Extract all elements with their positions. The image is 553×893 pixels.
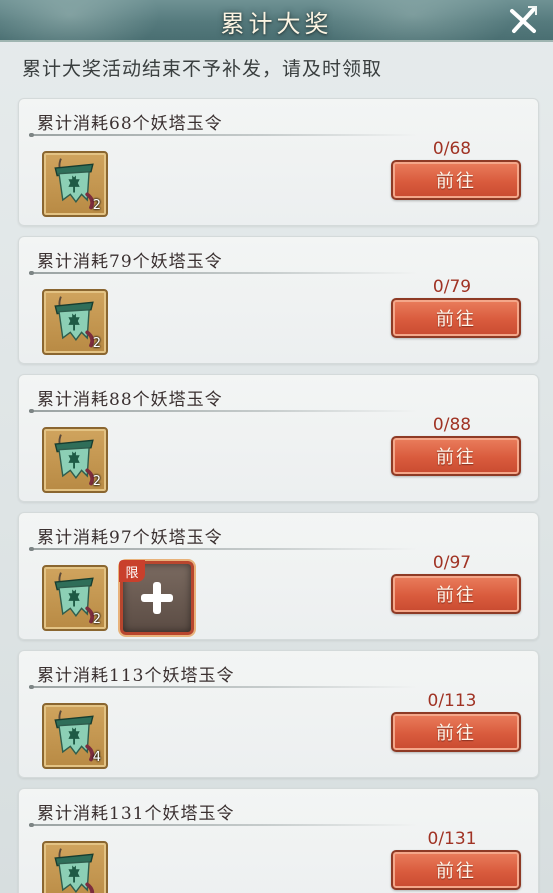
divider (29, 685, 417, 689)
reward-title: 累计消耗68个妖塔玉令 (37, 114, 223, 134)
divider (29, 271, 417, 275)
go-button[interactable]: 前往 (391, 160, 521, 200)
header-bar: 累计大奖 (0, 0, 553, 42)
go-button[interactable]: 前往 (391, 712, 521, 752)
progress-text: 0/88 (432, 415, 472, 435)
go-button[interactable]: 前往 (391, 436, 521, 476)
reward-item-slot[interactable]: 2 (42, 289, 108, 355)
reward-card: 累计消耗113个妖塔玉令 4 0/113 前往 (18, 650, 539, 778)
divider (29, 823, 417, 827)
reward-title: 累计消耗131个妖塔玉令 (37, 804, 235, 824)
reward-title: 累计消耗88个妖塔玉令 (37, 390, 223, 410)
item-count: 4 (92, 750, 101, 765)
divider (29, 547, 417, 551)
close-button[interactable] (505, 2, 541, 38)
reward-item-slot[interactable]: 2 (42, 427, 108, 493)
reward-item-slot[interactable]: 2 (42, 565, 108, 631)
reward-card: 累计消耗79个妖塔玉令 2 0/79 前往 (18, 236, 539, 364)
jade-token-icon (44, 843, 106, 893)
reward-card: 累计消耗97个妖塔玉令 2 限 0/97 前往 (18, 512, 539, 640)
progress-text: 0/68 (432, 139, 472, 159)
divider (29, 409, 417, 413)
reward-title: 累计消耗113个妖塔玉令 (37, 666, 235, 686)
reward-item-slot[interactable]: 4 (42, 703, 108, 769)
reward-card: 累计消耗131个妖塔玉令 0/131 前往 (18, 788, 539, 893)
reward-title: 累计消耗79个妖塔玉令 (37, 252, 223, 272)
page-title: 累计大奖 (220, 10, 333, 38)
reward-item-slot[interactable]: 2 (42, 151, 108, 217)
go-button[interactable]: 前往 (391, 298, 521, 338)
go-button[interactable]: 前往 (391, 850, 521, 890)
reward-item-slot[interactable] (42, 841, 108, 893)
progress-text: 0/79 (432, 277, 472, 297)
reward-title: 累计消耗97个妖塔玉令 (37, 528, 223, 548)
limited-add-slot[interactable]: 限 (119, 560, 194, 635)
notice-text: 累计大奖活动结束不予补发，请及时领取 (22, 58, 383, 80)
item-count: 2 (92, 336, 101, 351)
limit-badge: 限 (119, 560, 145, 582)
progress-text: 0/113 (427, 691, 477, 711)
go-button[interactable]: 前往 (391, 574, 521, 614)
progress-text: 0/97 (432, 553, 472, 573)
item-count: 2 (92, 612, 101, 627)
progress-text: 0/131 (427, 829, 477, 849)
plus-icon (141, 582, 173, 614)
close-icon (510, 6, 537, 33)
reward-card: 累计消耗88个妖塔玉令 2 0/88 前往 (18, 374, 539, 502)
divider (29, 133, 417, 137)
item-count: 2 (92, 198, 101, 213)
item-count: 2 (92, 474, 101, 489)
reward-card: 累计消耗68个妖塔玉令 2 0/68 前往 (18, 98, 539, 226)
